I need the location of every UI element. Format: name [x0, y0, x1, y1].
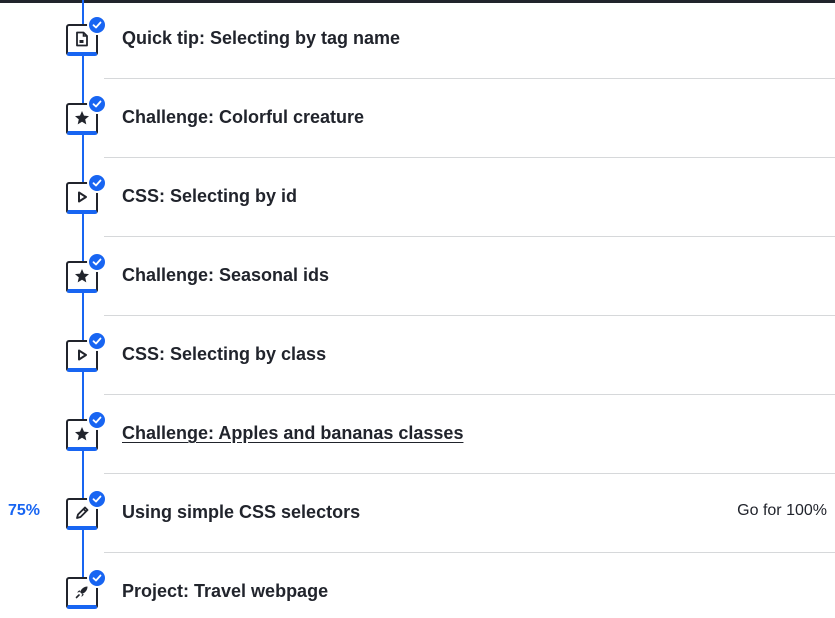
item-title[interactable]: Quick tip: Selecting by tag name	[122, 28, 400, 49]
checkmark-icon	[87, 489, 107, 509]
item-title[interactable]: Using simple CSS selectors	[122, 502, 360, 523]
checkmark-icon	[87, 568, 107, 588]
list-item[interactable]: Challenge: Apples and bananas classes	[0, 395, 835, 474]
list-item[interactable]: CSS: Selecting by class	[0, 316, 835, 395]
list-item[interactable]: Challenge: Colorful creature	[0, 79, 835, 158]
checkmark-icon	[87, 252, 107, 272]
list-item[interactable]: Challenge: Seasonal ids	[0, 237, 835, 316]
checkmark-icon	[87, 410, 107, 430]
checkmark-icon	[87, 15, 107, 35]
go-for-100-link[interactable]: Go for 100%	[737, 502, 827, 520]
list-item[interactable]: Project: Travel webpage	[0, 553, 835, 618]
list-item[interactable]: CSS: Selecting by id	[0, 158, 835, 237]
item-title[interactable]: CSS: Selecting by class	[122, 344, 326, 365]
item-title-link[interactable]: Challenge: Apples and bananas classes	[122, 423, 463, 444]
item-title[interactable]: Challenge: Colorful creature	[122, 107, 364, 128]
checkmark-icon	[87, 331, 107, 351]
item-title[interactable]: CSS: Selecting by id	[122, 186, 297, 207]
item-title[interactable]: Project: Travel webpage	[122, 581, 328, 602]
mastery-percent: 75%	[8, 502, 41, 519]
content-list: Quick tip: Selecting by tag name Challen…	[0, 0, 835, 618]
list-item[interactable]: 75% Using simple CSS selectors Go for 10…	[0, 474, 835, 553]
checkmark-icon	[87, 173, 107, 193]
content-list-page: Quick tip: Selecting by tag name Challen…	[0, 0, 835, 618]
item-title[interactable]: Challenge: Seasonal ids	[122, 265, 329, 286]
checkmark-icon	[87, 94, 107, 114]
list-item[interactable]: Quick tip: Selecting by tag name	[0, 0, 835, 79]
